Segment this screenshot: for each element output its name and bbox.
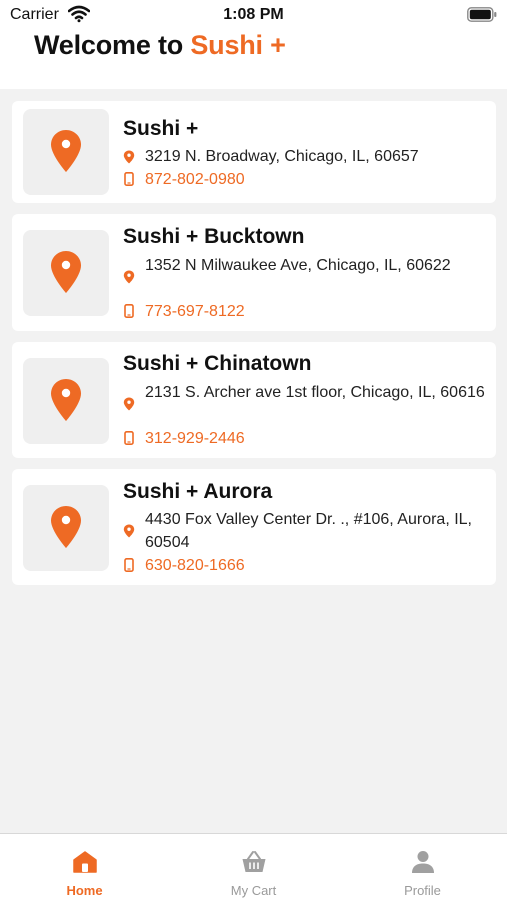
store-address: 1352 N Milwaukee Ave, Chicago, IL, 60622 [145,257,451,274]
status-bar: Carrier 1:08 PM [0,0,507,30]
phone-icon [124,172,134,186]
location-pin-small-icon [123,270,135,284]
store-phone[interactable]: 630-820-1666 [145,557,245,575]
title-prefix: Welcome to [34,30,191,60]
page-title: Welcome to Sushi + [34,30,286,61]
tab-home[interactable]: Home [0,834,169,900]
tab-my-cart[interactable]: My Cart [169,834,338,900]
store-address: 3219 N. Broadway, Chicago, IL, 60657 [145,148,419,165]
phone-icon [124,558,134,572]
location-pin-small-icon [123,150,135,164]
store-name: Sushi + [123,117,199,140]
store-phone[interactable]: 872-802-0980 [145,171,245,189]
location-thumbnail [23,358,109,444]
location-thumbnail [23,485,109,571]
clock: 1:08 PM [223,6,284,23]
location-pin-small-icon [123,524,135,538]
location-card[interactable]: Sushi + 3219 N. Broadway, Chicago, IL, 6… [12,101,496,203]
map-pin-icon [51,379,81,421]
tab-profile-label: Profile [404,883,441,898]
tab-profile[interactable]: Profile [338,834,507,900]
store-name: Sushi + Chinatown [123,352,312,375]
map-pin-icon [51,506,81,548]
tab-bar: Home My Cart Profile [0,833,507,900]
store-address: 2131 S. Archer ave 1st floor, Chicago, I… [145,384,485,401]
header: Carrier 1:08 PM Welcome to Sushi + [0,0,507,89]
store-phone[interactable]: 773-697-8122 [145,303,245,321]
title-brand: Sushi + [190,30,286,60]
tab-my-cart-label: My Cart [230,883,277,898]
location-pin-small-icon [123,397,135,411]
store-name: Sushi + Bucktown [123,225,305,248]
location-thumbnail [23,230,109,316]
location-thumbnail [23,109,109,195]
store-name: Sushi + Aurora [123,480,273,503]
phone-icon [124,431,134,445]
map-pin-icon [51,130,81,172]
location-card[interactable]: Sushi + Aurora 4430 Fox Valley Center Dr… [12,469,496,585]
location-card[interactable]: Sushi + Chinatown 2131 S. Archer ave 1st… [12,342,496,458]
store-phone[interactable]: 312-929-2446 [145,430,245,448]
phone-icon [124,304,134,318]
store-address: 4430 Fox Valley Center Dr. ., #106, Auro… [145,511,472,551]
tab-home-label: Home [66,883,103,898]
battery-icon [467,7,497,22]
person-icon [412,851,434,873]
home-icon [73,851,97,873]
basket-icon [242,851,266,872]
location-card[interactable]: Sushi + Bucktown 1352 N Milwaukee Ave, C… [12,214,496,331]
map-pin-icon [51,251,81,293]
